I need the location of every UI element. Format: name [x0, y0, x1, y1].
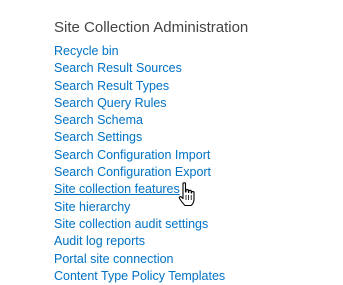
list-item: Site collection features: [54, 180, 334, 197]
recycle-bin-link[interactable]: Recycle bin: [54, 44, 119, 58]
content-type-policy-templates-link[interactable]: Content Type Policy Templates: [54, 269, 225, 283]
search-configuration-export-link[interactable]: Search Configuration Export: [54, 165, 211, 179]
list-item: Search Configuration Export: [54, 163, 334, 180]
search-query-rules-link[interactable]: Search Query Rules: [54, 96, 167, 110]
section-title: Site Collection Administration: [54, 19, 249, 36]
site-hierarchy-link[interactable]: Site hierarchy: [54, 200, 130, 214]
search-result-sources-link[interactable]: Search Result Sources: [54, 61, 182, 75]
site-collection-features-link[interactable]: Site collection features: [54, 182, 180, 196]
search-result-types-link[interactable]: Search Result Types: [54, 79, 169, 93]
list-item: Site collection audit settings: [54, 215, 334, 232]
list-item: Audit log reports: [54, 232, 334, 249]
portal-site-connection-link[interactable]: Portal site connection: [54, 252, 174, 266]
site-collection-audit-settings-link[interactable]: Site collection audit settings: [54, 217, 208, 231]
site-collection-administration-section: Site Collection Administration Recycle b…: [54, 18, 334, 284]
search-settings-link[interactable]: Search Settings: [54, 130, 142, 144]
search-configuration-import-link[interactable]: Search Configuration Import: [54, 148, 210, 162]
list-item: Portal site connection: [54, 250, 334, 267]
list-item: Recycle bin: [54, 42, 334, 59]
list-item: Site hierarchy: [54, 198, 334, 215]
list-item: Search Configuration Import: [54, 146, 334, 163]
search-schema-link[interactable]: Search Schema: [54, 113, 143, 127]
list-item: Search Settings: [54, 128, 334, 145]
list-item: Search Query Rules: [54, 94, 334, 111]
list-item: Search Result Types: [54, 77, 334, 94]
list-item: Search Result Sources: [54, 59, 334, 76]
admin-link-list: Recycle bin Search Result Sources Search…: [54, 42, 334, 284]
list-item: Search Schema: [54, 111, 334, 128]
audit-log-reports-link[interactable]: Audit log reports: [54, 234, 145, 248]
